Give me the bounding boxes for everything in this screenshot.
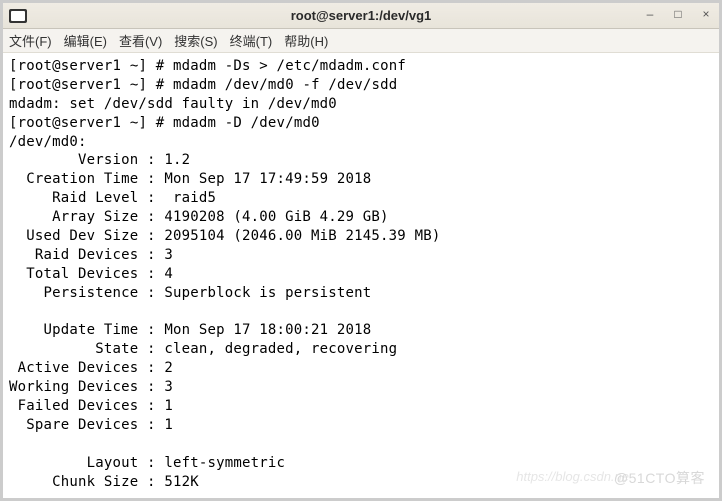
command-line-1: mdadm -Ds > /etc/mdadm.conf [173,58,406,74]
prompt-path: ~ [130,115,139,131]
menu-terminal[interactable]: 终端(T) [230,31,273,50]
field-value: 2095104 (2046.00 MiB 2145.39 MB) [156,228,441,244]
field-value: Mon Sep 17 18:00:21 2018 [156,322,372,338]
window-title: root@server1:/dev/vg1 [291,8,432,23]
menu-help[interactable]: 帮助(H) [284,31,328,50]
field-value: 1.2 [156,152,191,168]
device-header: /dev/md0: [9,134,87,150]
field-label: Working Devices : [9,379,156,395]
close-button[interactable]: × [699,7,713,21]
field-value: 4 [156,266,173,282]
field-value: 2 [156,360,173,376]
field-value: Mon Sep 17 17:49:59 2018 [156,171,372,187]
field-label: Chunk Size : [9,474,156,490]
titlebar: root@server1:/dev/vg1 – □ × [3,3,719,29]
field-value: 512K [156,474,199,490]
menu-view[interactable]: 查看(V) [119,31,162,50]
prompt-user: root@server1 [18,58,122,74]
command-line-3: mdadm -D /dev/md0 [173,115,320,131]
prompt-path: ~ [130,58,139,74]
prompt-symbol: # [156,115,165,131]
prompt-symbol: # [156,77,165,93]
field-value: 4190208 (4.00 GiB 4.29 GB) [156,209,389,225]
field-label: State : [9,341,156,357]
field-value: left-symmetric [156,455,285,471]
watermark-51cto: @51CTO算客 [614,468,705,488]
field-label: Array Size : [9,209,156,225]
menubar: 文件(F) 编辑(E) 查看(V) 搜索(S) 终端(T) 帮助(H) [3,29,719,53]
maximize-button[interactable]: □ [671,7,685,21]
window-controls: – □ × [643,7,713,21]
field-label: Version : [9,152,156,168]
field-value: 1 [156,417,173,433]
field-label: Raid Devices : [9,247,156,263]
field-label: Active Devices : [9,360,156,376]
minimize-button[interactable]: – [643,7,657,21]
field-label: Spare Devices : [9,417,156,433]
watermark-csdn: https://blog.csdn.ne [516,469,629,484]
field-label: Update Time : [9,322,156,338]
field-value: Superblock is persistent [156,285,372,301]
field-label: Layout : [9,455,156,471]
field-label: Persistence : [9,285,156,301]
field-value: 3 [156,379,173,395]
field-value: 3 [156,247,173,263]
field-label: Raid Level : [9,190,156,206]
command-line-2: mdadm /dev/md0 -f /dev/sdd [173,77,397,93]
menu-edit[interactable]: 编辑(E) [64,31,107,50]
prompt-user: root@server1 [18,115,122,131]
prompt-symbol: # [156,58,165,74]
prompt-path: ~ [130,77,139,93]
field-label: Total Devices : [9,266,156,282]
menu-file[interactable]: 文件(F) [9,31,52,50]
field-value: clean, degraded, recovering [156,341,398,357]
command-output-2: mdadm: set /dev/sdd faulty in /dev/md0 [9,96,337,112]
field-value: 1 [156,398,173,414]
field-label: Failed Devices : [9,398,156,414]
terminal-icon [9,9,27,23]
field-label: Creation Time : [9,171,156,187]
menu-search[interactable]: 搜索(S) [174,31,217,50]
field-label: Used Dev Size : [9,228,156,244]
prompt-user: root@server1 [18,77,122,93]
field-value: raid5 [156,190,216,206]
terminal-output[interactable]: [root@server1 ~] # mdadm -Ds > /etc/mdad… [3,53,719,498]
